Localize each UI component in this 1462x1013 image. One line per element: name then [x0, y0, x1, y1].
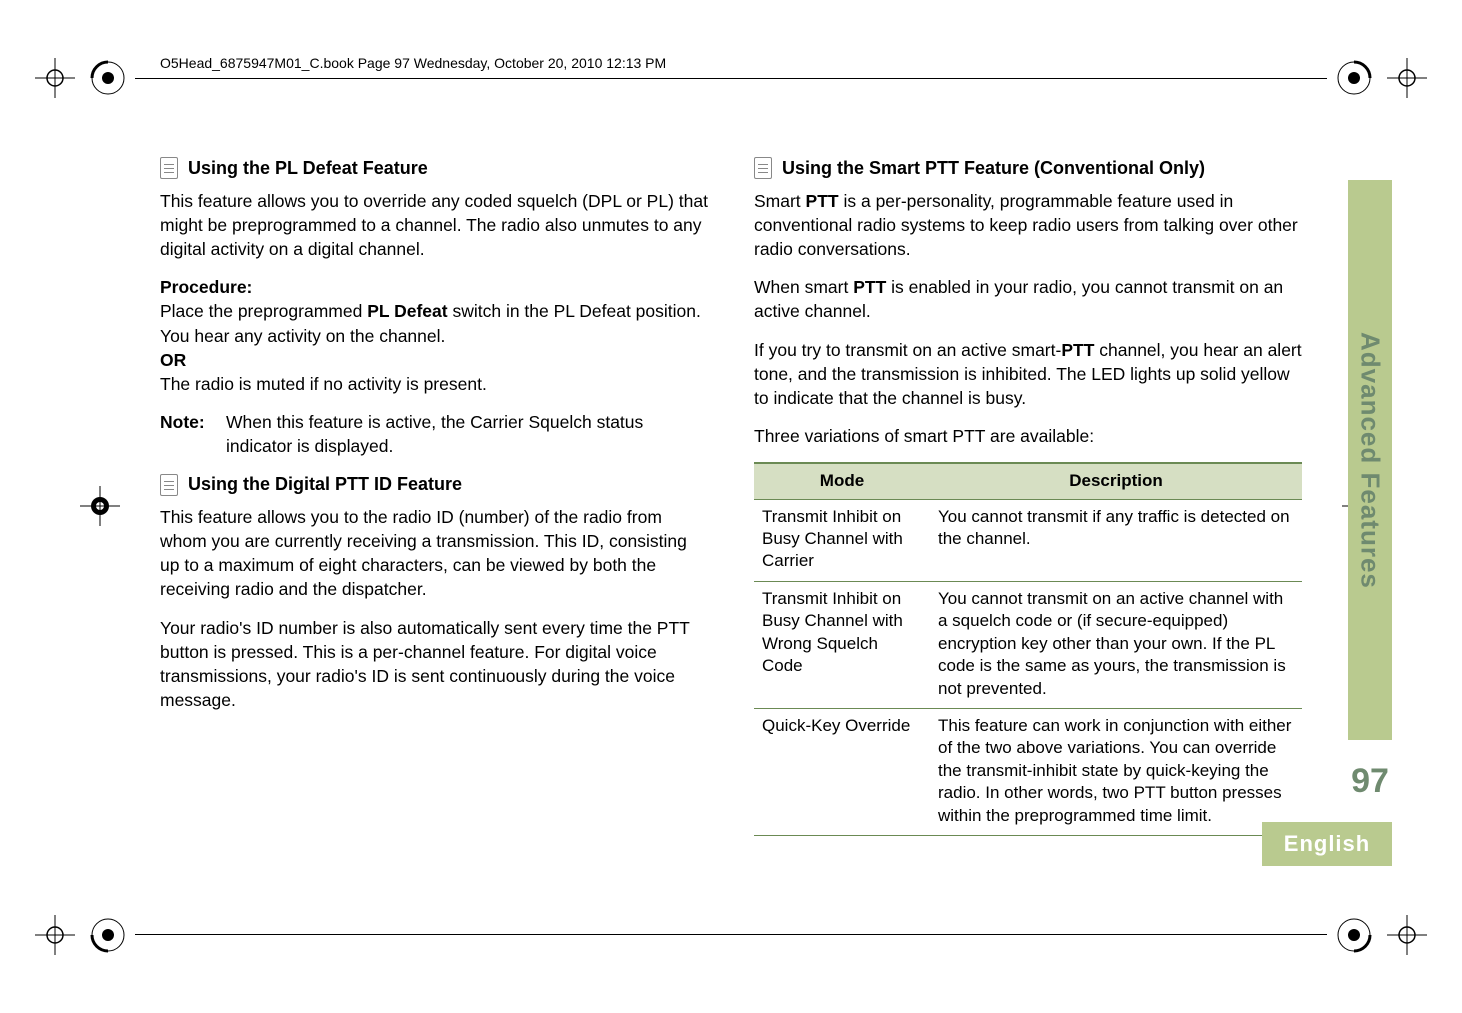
- sheet-icon: [160, 157, 178, 179]
- table-header-mode: Mode: [754, 463, 930, 499]
- procedure-text: The radio is muted if no activity is pre…: [160, 374, 487, 394]
- section-heading-digital-ptt-id: Using the Digital PTT ID Feature: [160, 472, 708, 497]
- section-side-label: Advanced Features: [1355, 332, 1386, 589]
- paragraph: If you try to transmit on an active smar…: [754, 338, 1302, 410]
- table-cell-mode: Transmit Inhibit on Busy Channel with Ca…: [754, 499, 930, 581]
- table-row: Transmit Inhibit on Busy Channel with Ca…: [754, 499, 1302, 581]
- table-row: Quick-Key Override This feature can work…: [754, 709, 1302, 836]
- left-column: Using the PL Defeat Feature This feature…: [160, 146, 708, 893]
- registration-mark-icon: [1387, 915, 1427, 955]
- table-cell-desc: You cannot transmit if any traffic is de…: [930, 499, 1302, 581]
- note-label: Note:: [160, 410, 212, 458]
- paragraph: When smart PTT is enabled in your radio,…: [754, 275, 1302, 323]
- procedure-text: Place the preprogrammed PL Defeat switch…: [160, 301, 701, 345]
- page-number: 97: [1348, 746, 1392, 816]
- table-cell-mode: Quick-Key Override: [754, 709, 930, 836]
- table-cell-desc: This feature can work in conjunction wit…: [930, 709, 1302, 836]
- sheet-icon: [754, 157, 772, 179]
- registration-mark-icon: [35, 58, 75, 98]
- registration-mark-icon: [35, 915, 75, 955]
- heading-text: Using the PL Defeat Feature: [188, 156, 428, 181]
- document-path-header: O5Head_6875947M01_C.book Page 97 Wednesd…: [160, 55, 666, 71]
- section-heading-smart-ptt: Using the Smart PTT Feature (Conventiona…: [754, 156, 1302, 181]
- paragraph: Three variations of smart PTT are availa…: [754, 424, 1302, 448]
- procedure-label: Procedure:: [160, 277, 252, 297]
- paragraph: This feature allows you to override any …: [160, 189, 708, 261]
- heading-text: Using the Digital PTT ID Feature: [188, 472, 462, 497]
- table-cell-desc: You cannot transmit on an active channel…: [930, 581, 1302, 708]
- table-cell-mode: Transmit Inhibit on Busy Channel with Wr…: [754, 581, 930, 708]
- corner-ornament-icon: [1336, 917, 1372, 953]
- note-text: When this feature is active, the Carrier…: [226, 410, 708, 458]
- side-tab: Advanced Features: [1348, 180, 1392, 740]
- or-label: OR: [160, 350, 186, 370]
- table-row: Transmit Inhibit on Busy Channel with Wr…: [754, 581, 1302, 708]
- registration-mark-icon: [80, 486, 120, 526]
- registration-mark-icon: [1387, 58, 1427, 98]
- crop-rule: [135, 934, 1327, 935]
- table-header-description: Description: [930, 463, 1302, 499]
- section-heading-pl-defeat: Using the PL Defeat Feature: [160, 156, 708, 181]
- paragraph: Smart PTT is a per-personality, programm…: [754, 189, 1302, 261]
- corner-ornament-icon: [90, 60, 126, 96]
- ptt-modes-table: Mode Description Transmit Inhibit on Bus…: [754, 462, 1302, 836]
- heading-text: Using the Smart PTT Feature (Conventiona…: [782, 156, 1205, 181]
- paragraph: Your radio's ID number is also automatic…: [160, 616, 708, 713]
- corner-ornament-icon: [90, 917, 126, 953]
- paragraph: This feature allows you to the radio ID …: [160, 505, 708, 602]
- sheet-icon: [160, 474, 178, 496]
- right-column: Using the Smart PTT Feature (Conventiona…: [754, 146, 1302, 893]
- crop-rule: [135, 78, 1327, 79]
- corner-ornament-icon: [1336, 60, 1372, 96]
- language-tab: English: [1262, 822, 1392, 866]
